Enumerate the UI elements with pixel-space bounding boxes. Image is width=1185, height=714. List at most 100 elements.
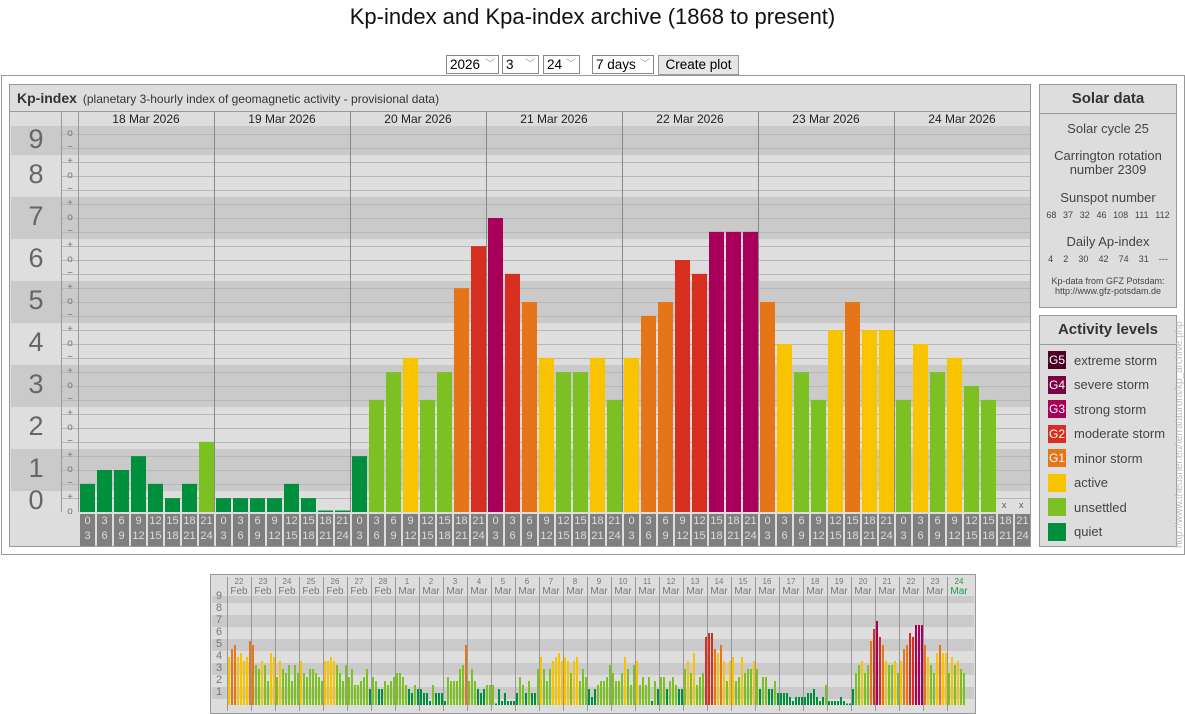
sign-label: + [67, 282, 73, 293]
month-name: Mar [686, 586, 704, 597]
time-slot-label: 36 [777, 514, 792, 546]
day-number: 11 [642, 577, 652, 586]
y-tick-label: 9 [215, 590, 223, 602]
kp-bar [804, 696, 806, 705]
data-source: Kp-data from GFZ Potsdam: http://www.gfz-… [1040, 276, 1176, 296]
slot-hour: 12 [557, 515, 570, 527]
kp-bar [669, 681, 671, 705]
day-label: 24 Mar 2026 [928, 112, 996, 126]
kp-bar [630, 684, 632, 705]
kp-bar [261, 660, 263, 705]
kp-bar [795, 696, 797, 705]
y-tick-label: 6 [28, 243, 44, 273]
slot-hour: 3 [356, 530, 363, 542]
kp-bar [363, 677, 365, 705]
y-tick-label: 7 [215, 614, 223, 626]
sign-label: o [67, 422, 73, 433]
kp-bar [537, 669, 539, 705]
source-url-watermark: http://www.theusner.eu/terra/aurora/kp_a… [1174, 321, 1185, 548]
slot-hour: 18 [982, 530, 995, 542]
solar-cycle: Solar cycle 25 [1067, 121, 1149, 136]
kp-bar [900, 660, 902, 705]
slot-hour: 12 [285, 515, 298, 527]
day-label: 6 Mar [515, 578, 539, 598]
day-label: 23 Mar 2026 [792, 112, 860, 126]
day-label: 28 Feb [371, 578, 395, 598]
kp-bar [505, 273, 520, 512]
slot-hour: 15 [574, 515, 587, 527]
kp-bar [819, 701, 821, 705]
time-slot-label: 36 [369, 514, 384, 546]
slot-hour: 24 [1016, 530, 1029, 542]
day-number: 25 [306, 577, 316, 586]
kp-bar [321, 681, 323, 705]
kp-bar [378, 689, 380, 705]
kp-bar [249, 641, 251, 705]
slot-hour: 18 [166, 530, 179, 542]
missing-marker: x [1002, 500, 1007, 510]
slot-hour: 15 [421, 530, 434, 542]
kp-bar [780, 693, 782, 705]
time-slot-label: 9 12 [811, 514, 826, 546]
kp-bar [945, 653, 947, 705]
time-slot-label: 9 12 [675, 514, 690, 546]
activity-levels-box: Activity levels G5 extreme storm G4 severe … [1039, 315, 1177, 547]
time-slot-label: 9 12 [539, 514, 554, 546]
kp-bar [561, 660, 563, 705]
ap-value: 30 [1078, 254, 1089, 264]
kp-bar [335, 510, 350, 512]
time-slot-label: 36 [641, 514, 656, 546]
slot-hour: 21 [455, 530, 468, 542]
y-tick-label: 6 [215, 626, 223, 638]
kp-bar [658, 302, 673, 512]
day-label: 20 Mar [851, 578, 875, 598]
slot-hour: 15 [829, 530, 842, 542]
kp-bar [351, 669, 353, 705]
missing-marker: x [1019, 500, 1024, 510]
kp-bar [777, 344, 792, 512]
kp-bar [864, 672, 866, 705]
kp-bar [813, 689, 815, 705]
kp-bar [387, 684, 389, 705]
range-select[interactable]: 7 days ﹀ [592, 55, 654, 74]
day-select[interactable]: 24 ﹀ [543, 55, 580, 74]
kp-bar [80, 483, 95, 512]
kp-bar [525, 693, 527, 705]
day-label: 21 Mar [875, 578, 899, 598]
kp-bar [807, 693, 809, 705]
sign-label: o [67, 464, 73, 475]
month-name: Mar [782, 586, 800, 597]
kp-bar [288, 665, 290, 705]
kp-bar [579, 681, 581, 705]
kp-bar [237, 657, 239, 705]
kp-bar [845, 302, 860, 512]
kp-bar [327, 660, 329, 705]
kp-bar [879, 636, 881, 705]
slot-hour: 15 [846, 515, 859, 527]
level-swatch: G4 [1048, 375, 1066, 394]
kp-bar [687, 660, 689, 705]
month-name: Mar [638, 586, 656, 597]
kp-bar [357, 684, 359, 705]
slot-hour: 15 [693, 530, 706, 542]
source-link[interactable]: http://www.gfz-potsdam.de [1040, 286, 1176, 296]
time-slot-label: 12 15 [556, 514, 571, 546]
kp-bar [768, 689, 770, 705]
day-label: 19 Mar 2026 [248, 112, 316, 126]
time-slot-label: 36 [505, 514, 520, 546]
slot-hour: 9 [135, 515, 142, 527]
day-label: 12 Mar [659, 578, 683, 598]
kp-bar [345, 665, 347, 705]
day-number: 26 [330, 577, 340, 586]
create-plot-button[interactable]: Create plot [658, 55, 739, 75]
year-select[interactable]: 2026 ﹀ [446, 55, 499, 74]
kp-bar [465, 645, 467, 705]
day-label: 3 Mar [443, 578, 467, 598]
kp-bar [369, 399, 384, 512]
day-label: 27 Feb [347, 578, 371, 598]
time-slot-label: 12 15 [828, 514, 843, 546]
y-tick-label: 7 [28, 201, 44, 231]
month-select[interactable]: 3 ﹀ [502, 55, 539, 74]
time-slot-label: 69 [930, 514, 945, 546]
ap-values: 4 2 30 42 74 31 --- [1040, 254, 1176, 264]
